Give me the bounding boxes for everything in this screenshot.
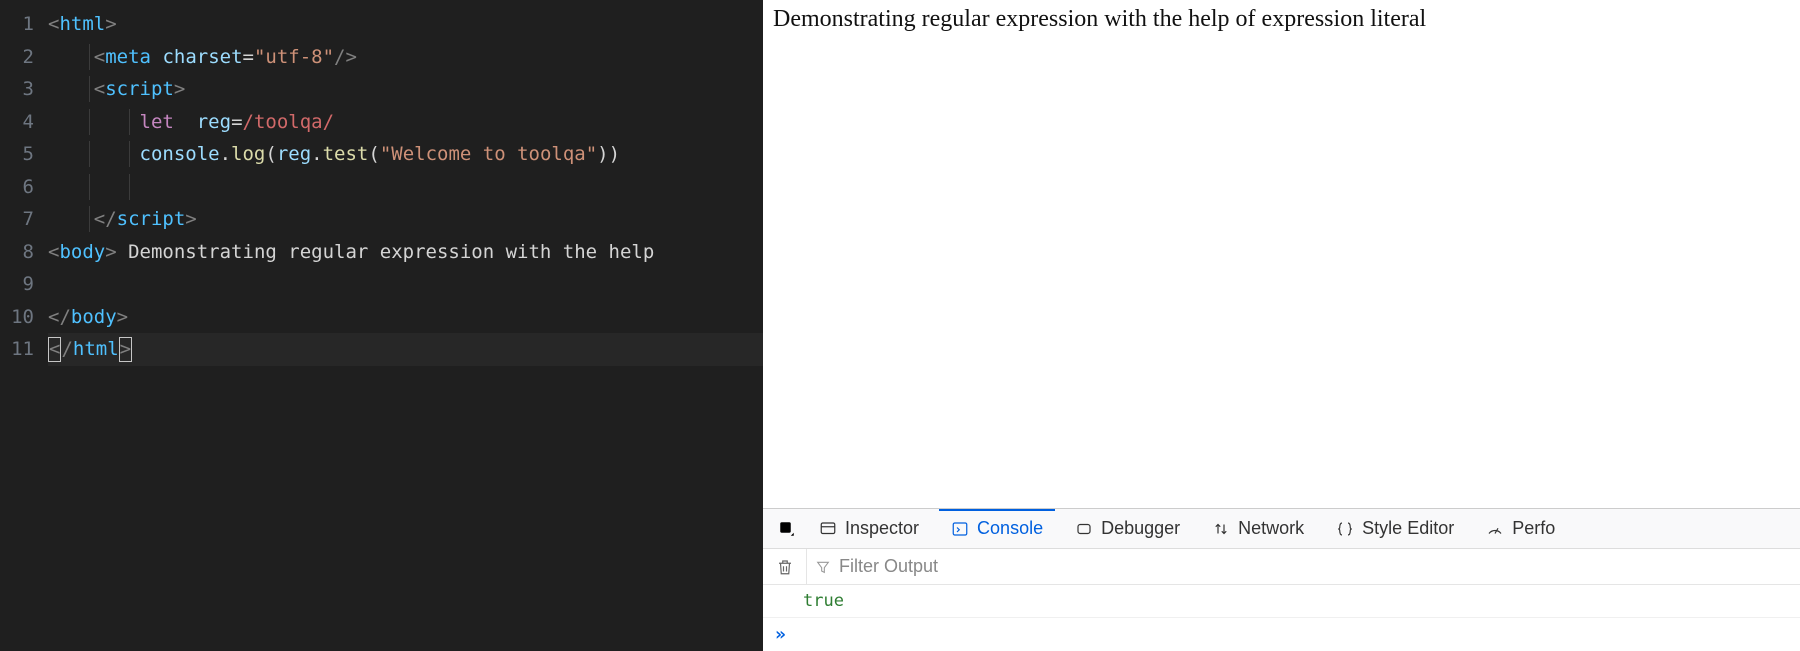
console-prompt[interactable]: » (763, 618, 1800, 651)
page-body-text: Demonstrating regular expression with th… (763, 0, 1800, 508)
browser-pane: Demonstrating regular expression with th… (763, 0, 1800, 651)
console-toolbar: Filter Output (763, 549, 1800, 585)
code-line[interactable]: <meta charset="utf-8"/> (48, 41, 763, 74)
tab-label: Perfo (1512, 518, 1555, 539)
line-number: 1 (0, 8, 34, 41)
code-line[interactable] (48, 268, 763, 301)
code-line[interactable]: </body> (48, 301, 763, 334)
style-editor-icon (1336, 520, 1354, 538)
line-number: 9 (0, 268, 34, 301)
tab-network[interactable]: Network (1196, 509, 1320, 548)
tab-inspector[interactable]: Inspector (803, 509, 935, 548)
tab-label: Inspector (845, 518, 919, 539)
line-number: 2 (0, 41, 34, 74)
debugger-icon (1075, 520, 1093, 538)
code-line[interactable]: <script> (48, 73, 763, 106)
line-number: 6 (0, 171, 34, 204)
pick-element-icon[interactable] (771, 509, 803, 548)
code-line[interactable]: <body> Demonstrating regular expression … (48, 236, 763, 269)
code-line[interactable]: </html> (48, 333, 763, 366)
code-line[interactable]: let reg=/toolqa/ (48, 106, 763, 139)
console-output: true » (763, 585, 1800, 651)
code[interactable]: <html> <meta charset="utf-8"/> <script> … (48, 8, 763, 651)
code-line[interactable]: console.log(reg.test("Welcome to toolqa"… (48, 138, 763, 171)
editor-pane: 1234567891011 <html> <meta charset="utf-… (0, 0, 763, 651)
line-number: 7 (0, 203, 34, 236)
line-number: 11 (0, 333, 34, 366)
tab-label: Network (1238, 518, 1304, 539)
code-line[interactable] (48, 171, 763, 204)
devtools: Inspector Console Debugger Network (763, 508, 1800, 651)
console-icon (951, 520, 969, 538)
code-area[interactable]: 1234567891011 <html> <meta charset="utf-… (0, 0, 763, 651)
line-number: 10 (0, 301, 34, 334)
gutter: 1234567891011 (0, 8, 48, 651)
network-icon (1212, 520, 1230, 538)
tab-console[interactable]: Console (935, 509, 1059, 548)
line-number: 5 (0, 138, 34, 171)
tab-label: Debugger (1101, 518, 1180, 539)
tab-label: Style Editor (1362, 518, 1454, 539)
line-number: 4 (0, 106, 34, 139)
clear-console-button[interactable] (763, 549, 807, 584)
tab-performance[interactable]: Perfo (1470, 509, 1571, 548)
filter-icon (815, 559, 831, 575)
devtools-tab-bar: Inspector Console Debugger Network (763, 509, 1800, 549)
line-number: 3 (0, 73, 34, 106)
code-line[interactable]: <html> (48, 8, 763, 41)
tab-style-editor[interactable]: Style Editor (1320, 509, 1470, 548)
inspector-icon (819, 520, 837, 538)
code-line[interactable]: </script> (48, 203, 763, 236)
performance-icon (1486, 520, 1504, 538)
tab-label: Console (977, 518, 1043, 539)
line-number: 8 (0, 236, 34, 269)
filter-output-input[interactable]: Filter Output (807, 556, 1800, 577)
console-log-line: true (763, 585, 1800, 618)
tab-debugger[interactable]: Debugger (1059, 509, 1196, 548)
filter-placeholder: Filter Output (839, 556, 938, 577)
